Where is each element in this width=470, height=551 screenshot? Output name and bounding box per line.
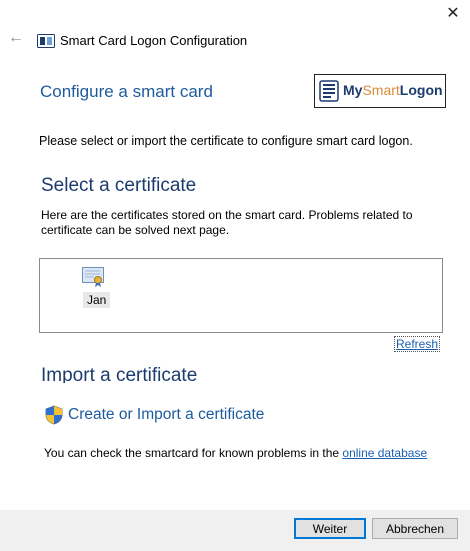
window-title: Smart Card Logon Configuration xyxy=(60,33,248,48)
cancel-button[interactable]: Abbrechen xyxy=(372,518,458,539)
back-arrow-icon[interactable]: ← xyxy=(8,30,24,46)
smart-card-app-icon xyxy=(37,34,55,48)
import-certificate-heading: Import a certificate xyxy=(41,365,198,383)
logo-card-icon xyxy=(319,80,339,102)
next-button[interactable]: Weiter xyxy=(294,518,366,539)
create-import-certificate-link[interactable]: Create or Import a certificate xyxy=(68,406,264,424)
certificate-label[interactable]: Jan xyxy=(83,292,111,308)
close-icon[interactable]: ✕ xyxy=(445,6,461,22)
select-certificate-heading: Select a certificate xyxy=(41,175,197,193)
check-smartcard-prefix: You can check the smartcard for known pr… xyxy=(44,446,343,460)
uac-shield-icon xyxy=(45,405,63,425)
certificate-icon[interactable] xyxy=(82,267,106,287)
online-database-link[interactable]: online database xyxy=(342,446,427,460)
certificate-list[interactable]: Jan xyxy=(39,258,443,333)
instruction-text: Please select or import the certificate … xyxy=(39,134,413,148)
logo-text: MySmartLogon xyxy=(343,82,443,98)
logo-text-my: My xyxy=(343,82,363,98)
mysmartlogon-logo: MySmartLogon xyxy=(314,74,446,108)
footer-bar: Weiter Abbrechen xyxy=(0,510,470,551)
logo-text-smart: Smart xyxy=(362,82,400,98)
select-description: Here are the certificates stored on the … xyxy=(41,208,413,237)
check-smartcard-text: You can check the smartcard for known pr… xyxy=(44,446,427,460)
refresh-link[interactable]: Refresh xyxy=(394,336,441,352)
page-heading: Configure a smart card xyxy=(40,82,213,101)
logo-text-logon: Logon xyxy=(399,82,443,98)
